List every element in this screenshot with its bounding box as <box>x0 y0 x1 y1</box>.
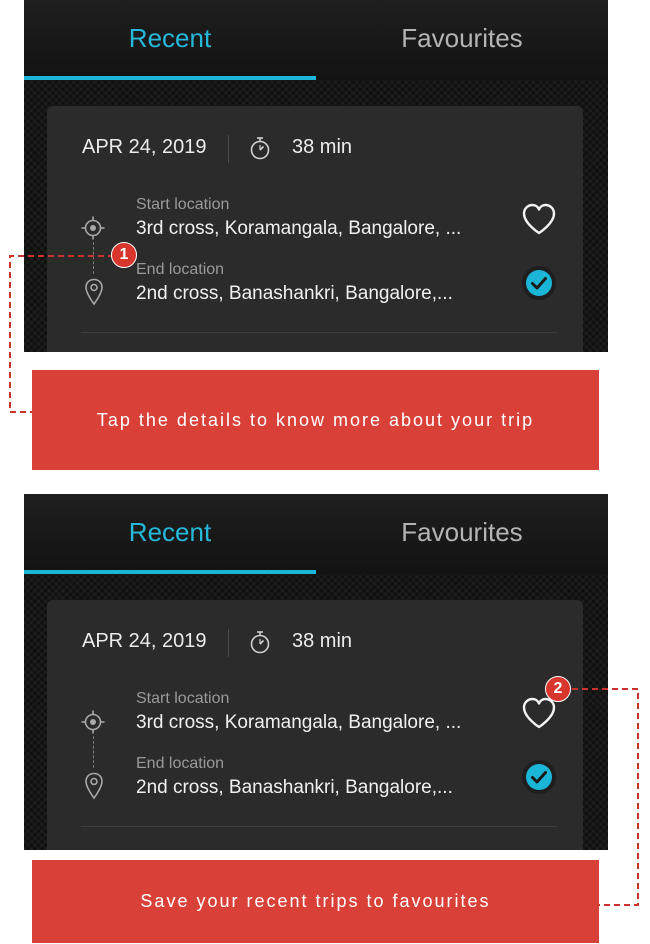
target-icon <box>81 216 105 240</box>
header-divider <box>228 135 229 163</box>
tab-bar: Recent Favourites <box>24 494 608 574</box>
tab-recent[interactable]: Recent <box>24 0 316 76</box>
start-location-address: 3rd cross, Koramangala, Bangalore, ... <box>136 712 462 733</box>
callout-banner-1: Tap the details to know more about your … <box>32 370 599 470</box>
route-connector <box>93 242 94 274</box>
start-location-label: Start location <box>136 196 230 213</box>
trip-duration: 38 min <box>292 136 353 158</box>
step-badge-1: 1 <box>111 242 137 268</box>
app-screen-2: Recent Favourites APR 24, 2019 38 min St <box>24 494 608 850</box>
end-location-label: End location <box>136 261 225 278</box>
end-location-address: 2nd cross, Banashankri, Bangalore,... <box>136 283 453 304</box>
check-circle-icon[interactable] <box>521 759 557 795</box>
start-location-label: Start location <box>136 690 230 707</box>
active-tab-indicator <box>24 76 316 80</box>
heart-outline-icon[interactable] <box>521 202 557 236</box>
tab-bar: Recent Favourites <box>24 0 608 80</box>
step-badge-2: 2 <box>545 676 571 702</box>
tab-favourites[interactable]: Favourites <box>316 0 608 76</box>
trip-duration: 38 min <box>292 630 353 652</box>
tab-favourites[interactable]: Favourites <box>316 494 608 570</box>
trip-card[interactable]: APR 24, 2019 38 min Start location 3rd c… <box>47 600 583 850</box>
map-pin-icon <box>85 772 103 800</box>
check-circle-icon[interactable] <box>521 265 557 301</box>
trip-date: APR 24, 2019 <box>82 630 207 652</box>
card-separator <box>81 826 557 827</box>
stopwatch-icon <box>250 137 270 160</box>
heart-outline-icon[interactable] <box>521 696 557 730</box>
end-location-label: End location <box>136 755 225 772</box>
map-pin-icon <box>85 278 103 306</box>
header-divider <box>228 629 229 657</box>
app-screen-1: Recent Favourites APR 24, 2019 38 min St <box>24 0 608 352</box>
active-tab-indicator <box>24 570 316 574</box>
end-location-address: 2nd cross, Banashankri, Bangalore,... <box>136 777 453 798</box>
route-connector <box>93 736 94 768</box>
callout-banner-2: Save your recent trips to favourites <box>32 860 599 943</box>
tab-recent[interactable]: Recent <box>24 494 316 570</box>
start-location-address: 3rd cross, Koramangala, Bangalore, ... <box>136 218 462 239</box>
trip-date: APR 24, 2019 <box>82 136 207 158</box>
card-separator <box>81 332 557 333</box>
target-icon <box>81 710 105 734</box>
trip-card[interactable]: APR 24, 2019 38 min Start location 3rd c… <box>47 106 583 352</box>
stopwatch-icon <box>250 631 270 654</box>
